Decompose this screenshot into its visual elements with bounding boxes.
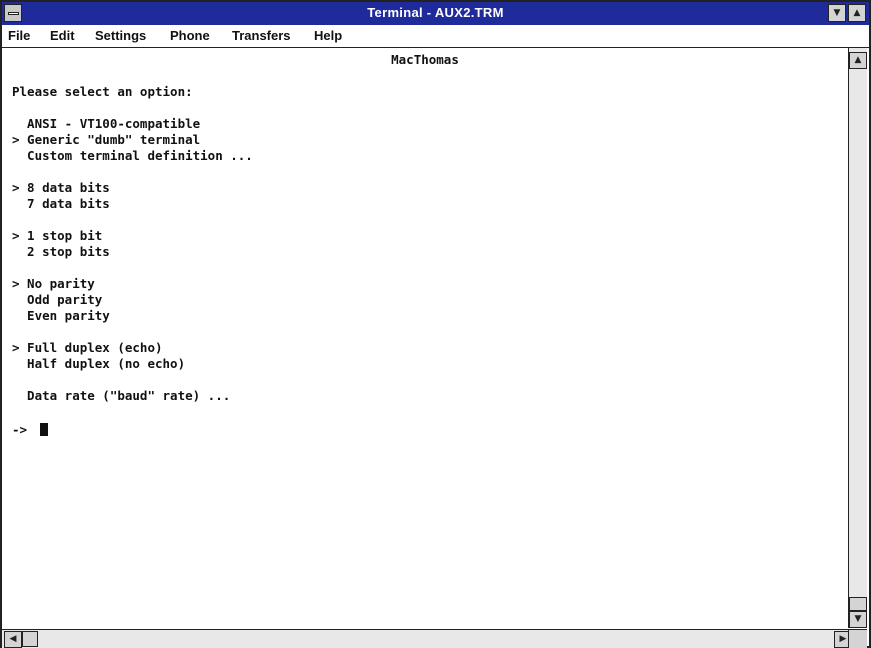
horizontal-scroll-thumb[interactable] [22, 631, 38, 647]
scroll-left-arrow-icon[interactable]: ◀ [4, 631, 22, 648]
title-bar[interactable]: Terminal - AUX2.TRM ▼ ▲ [2, 2, 869, 25]
terminal-line: > 1 stop bit [12, 228, 103, 243]
terminal-line: Custom terminal definition ... [12, 148, 253, 163]
menu-bar: File Edit Settings Phone Transfers Help [2, 25, 869, 48]
scrollbar-corner [848, 629, 867, 648]
terminal-line: > Full duplex (echo) [12, 340, 163, 355]
scroll-up-arrow-icon[interactable]: ▲ [849, 52, 867, 69]
horizontal-scrollbar[interactable]: ◀ ▶ [2, 629, 852, 648]
terminal-line: ANSI - VT100-compatible [12, 116, 201, 131]
minimize-button[interactable]: ▼ [828, 4, 846, 22]
maximize-button[interactable]: ▲ [848, 4, 866, 22]
window-title: Terminal - AUX2.TRM [367, 5, 504, 20]
terminal-line: 2 stop bits [12, 244, 110, 259]
menu-help[interactable]: Help [314, 28, 342, 43]
menu-phone[interactable]: Phone [170, 28, 210, 43]
terminal-prompt-title: Please select an option: [12, 84, 193, 99]
terminal-line: 7 data bits [12, 196, 110, 211]
terminal-screen[interactable]: MacThomas Please select an option: ANSI … [2, 48, 848, 628]
terminal-line: Even parity [12, 308, 110, 323]
terminal-line: Data rate ("baud" rate) ... [12, 388, 231, 403]
terminal-line: > Generic "dumb" terminal [12, 132, 201, 147]
scroll-down-arrow-icon[interactable]: ▼ [849, 611, 867, 628]
menu-settings[interactable]: Settings [95, 28, 146, 43]
menu-edit[interactable]: Edit [50, 28, 75, 43]
command-prompt: -> [12, 422, 28, 437]
vertical-scrollbar[interactable]: ▲ ▼ [848, 48, 867, 628]
vertical-scroll-thumb[interactable] [849, 597, 867, 611]
terminal-line: Odd parity [12, 292, 103, 307]
terminal-line: > 8 data bits [12, 180, 110, 195]
terminal-line: > No parity [12, 276, 95, 291]
terminal-line: Half duplex (no echo) [12, 356, 186, 371]
terminal-header: MacThomas [391, 52, 459, 67]
menu-transfers[interactable]: Transfers [232, 28, 291, 43]
text-cursor [40, 423, 48, 436]
menu-file[interactable]: File [8, 28, 30, 43]
terminal-window: Terminal - AUX2.TRM ▼ ▲ File Edit Settin… [0, 0, 871, 648]
